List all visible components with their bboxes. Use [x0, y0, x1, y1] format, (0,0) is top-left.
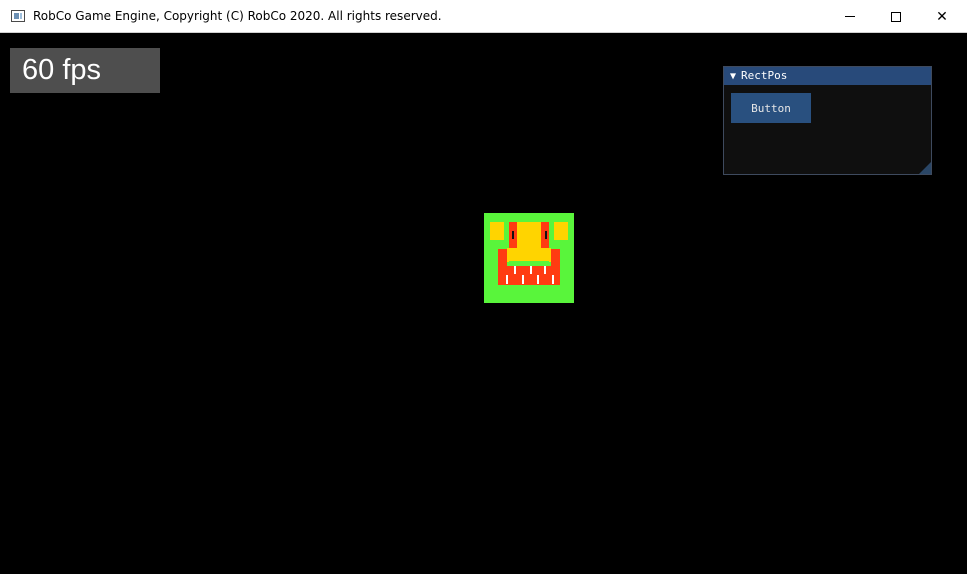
sprite-chin-line — [509, 261, 549, 263]
maximize-icon — [891, 11, 901, 22]
minimize-button[interactable] — [827, 0, 873, 33]
sprite-chin — [507, 248, 551, 262]
sprite-tooth — [506, 275, 508, 284]
sprite-left-pupil — [512, 231, 514, 239]
monster-face-sprite — [484, 213, 574, 303]
sprite-right-pupil — [545, 231, 547, 239]
app-window-icon — [11, 10, 25, 22]
panel-title: RectPos — [741, 69, 788, 82]
close-button[interactable]: ✕ — [919, 0, 965, 33]
panel-titlebar[interactable]: ▼ RectPos — [724, 67, 931, 85]
window-title: RobCo Game Engine, Copyright (C) RobCo 2… — [33, 9, 442, 23]
resize-grip-icon[interactable] — [919, 162, 931, 174]
maximize-button[interactable] — [873, 0, 919, 33]
sprite-right-ear — [554, 222, 568, 240]
sprite-tooth — [537, 275, 539, 284]
sprite-tooth — [514, 266, 516, 274]
sprite-tooth — [544, 266, 546, 274]
close-icon: ✕ — [936, 8, 948, 25]
rectpos-debug-panel[interactable]: ▼ RectPos Button — [723, 66, 932, 175]
sprite-tooth — [530, 266, 532, 274]
sprite-tooth — [522, 275, 524, 284]
minimize-icon — [845, 16, 855, 17]
window-titlebar[interactable]: RobCo Game Engine, Copyright (C) RobCo 2… — [0, 0, 967, 33]
collapse-arrow-icon[interactable]: ▼ — [730, 68, 736, 86]
sprite-left-ear — [490, 222, 504, 240]
panel-button[interactable]: Button — [731, 93, 811, 123]
fps-counter: 60 fps — [10, 48, 160, 93]
sprite-tooth — [552, 275, 554, 284]
